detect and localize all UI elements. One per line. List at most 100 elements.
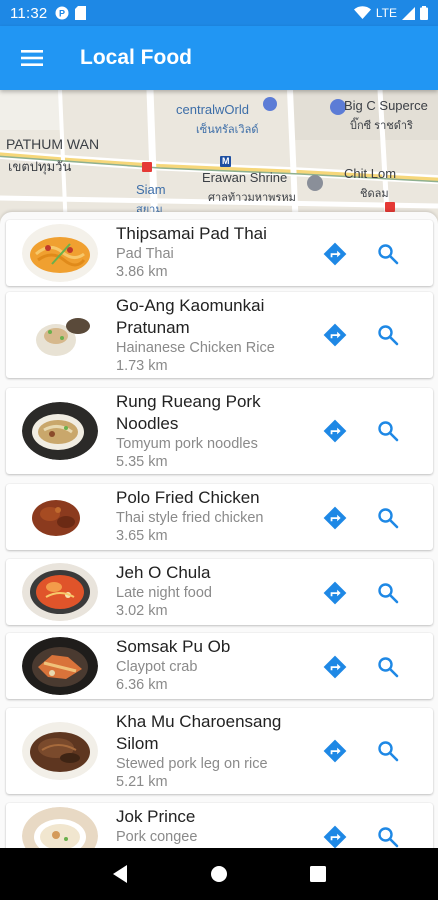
search-button[interactable] [368,573,408,613]
directions-icon [323,825,347,848]
directions-button[interactable] [315,573,355,613]
status-time: 11:32 [10,4,48,22]
restaurant-card[interactable]: Thipsamai Pad Thai Pad Thai 3.86 km [6,220,433,286]
directions-icon [323,242,347,266]
map-label: Siam [136,182,166,197]
dish-name: Late night food [116,585,212,601]
network-type: LTE [375,6,397,20]
distance: 5.21 km [116,774,168,790]
map-label: เซ็นทรัลเวิลด์ [196,124,259,136]
directions-button[interactable] [315,817,355,848]
map-label: เขตปทุมวัน [8,159,72,174]
restaurant-name: Rung Rueang Pork Noodles [116,392,261,433]
restaurant-name: Somsak Pu Ob [116,637,231,656]
status-bar: 11:32 P LTE [0,0,438,26]
sd-card-icon [75,6,87,20]
map-label: PATHUM WAN [6,136,100,152]
distance: 3.02 km [116,603,168,619]
restaurant-card[interactable]: Rung Rueang Pork Noodles Tomyum pork noo… [6,388,433,474]
search-icon [378,657,399,678]
restaurant-card[interactable]: Polo Fried Chicken Thai style fried chic… [6,484,433,550]
search-button[interactable] [368,411,408,451]
svg-text:P: P [59,9,65,19]
dish-name: Claypot crab [116,659,198,675]
search-icon [378,508,399,529]
dish-name: Thai style fried chicken [116,510,264,526]
search-button[interactable] [368,817,408,848]
map-label: ชิดลม [360,188,389,200]
restaurant-name: Kha Mu Charoensang Silom [116,712,282,753]
food-photo [22,637,98,695]
hamburger-menu-icon [21,50,43,66]
dish-name: Tomyum pork noodles [116,436,258,452]
restaurant-card[interactable]: Jok Prince Pork congee [6,803,433,848]
directions-button[interactable] [315,315,355,355]
directions-button[interactable] [315,731,355,771]
restaurant-name: Polo Fried Chicken [116,488,260,507]
search-icon [378,325,399,346]
food-photo [22,224,98,282]
map-label: centralwOrld [176,102,249,117]
directions-button[interactable] [315,647,355,687]
dish-name: Hainanese Chicken Rice [116,340,275,356]
restaurant-name: Jeh O Chula [116,563,211,582]
search-icon [378,741,399,762]
dish-name: Pad Thai [116,246,174,262]
distance: 6.36 km [116,677,168,693]
back-triangle-icon [112,865,127,883]
directions-icon [323,581,347,605]
directions-button[interactable] [315,234,355,274]
app-bar: Local Food [0,26,438,90]
food-photo [22,306,98,364]
distance: 1.73 km [116,358,168,374]
dish-name: Pork congee [116,829,198,845]
map-label: ศาลท้าวมหาพรหม [208,192,296,204]
search-icon [378,244,399,265]
recents-button[interactable] [298,854,338,894]
home-button[interactable] [199,854,239,894]
app-title: Local Food [80,46,192,69]
food-photo [22,807,98,848]
distance: 3.86 km [116,264,168,280]
restaurant-name: Thipsamai Pad Thai [116,224,267,243]
directions-button[interactable] [315,498,355,538]
search-button[interactable] [368,731,408,771]
search-button[interactable] [368,315,408,355]
map-view[interactable]: centralwOrld เซ็นทรัลเวิลด์ Big C Superc… [0,90,438,230]
battery-icon [420,6,428,20]
search-button[interactable] [368,234,408,274]
menu-button[interactable] [0,26,64,90]
restaurant-card[interactable]: Somsak Pu Ob Claypot crab 6.36 km [6,633,433,699]
distance: 3.65 km [116,528,168,544]
search-button[interactable] [368,498,408,538]
map-label: Big C Superce [344,98,428,113]
search-icon [378,827,399,848]
restaurant-list-sheet[interactable]: Thipsamai Pad Thai Pad Thai 3.86 km Go-A… [0,212,438,848]
map-label: Erawan Shrine [202,170,288,185]
directions-icon [323,323,347,347]
search-button[interactable] [368,647,408,687]
search-icon [378,421,399,442]
back-button[interactable] [100,854,140,894]
restaurant-name: Go-Ang Kaomunkai Pratunam [116,296,265,337]
restaurant-card[interactable]: Jeh O Chula Late night food 3.02 km [6,559,433,625]
directions-icon [323,655,347,679]
recents-square-icon [310,866,327,882]
restaurant-card[interactable]: Go-Ang Kaomunkai Pratunam Hainanese Chic… [6,292,433,378]
directions-icon [323,506,347,530]
system-navigation-bar [0,848,438,900]
directions-icon [323,739,347,763]
distance: 5.35 km [116,454,168,470]
directions-button[interactable] [315,411,355,451]
wifi-icon [353,6,371,19]
metro-badge: M [222,156,230,166]
directions-icon [323,419,347,443]
signal-icon [402,6,415,20]
restaurant-card[interactable]: Kha Mu Charoensang Silom Stewed pork leg… [6,708,433,794]
notification-app-icon: P [55,6,69,20]
map-label: Chit Lom [344,166,397,181]
dish-name: Stewed pork leg on rice [116,756,268,772]
home-circle-icon [210,866,227,882]
food-photo [22,722,98,780]
food-photo [22,402,98,460]
